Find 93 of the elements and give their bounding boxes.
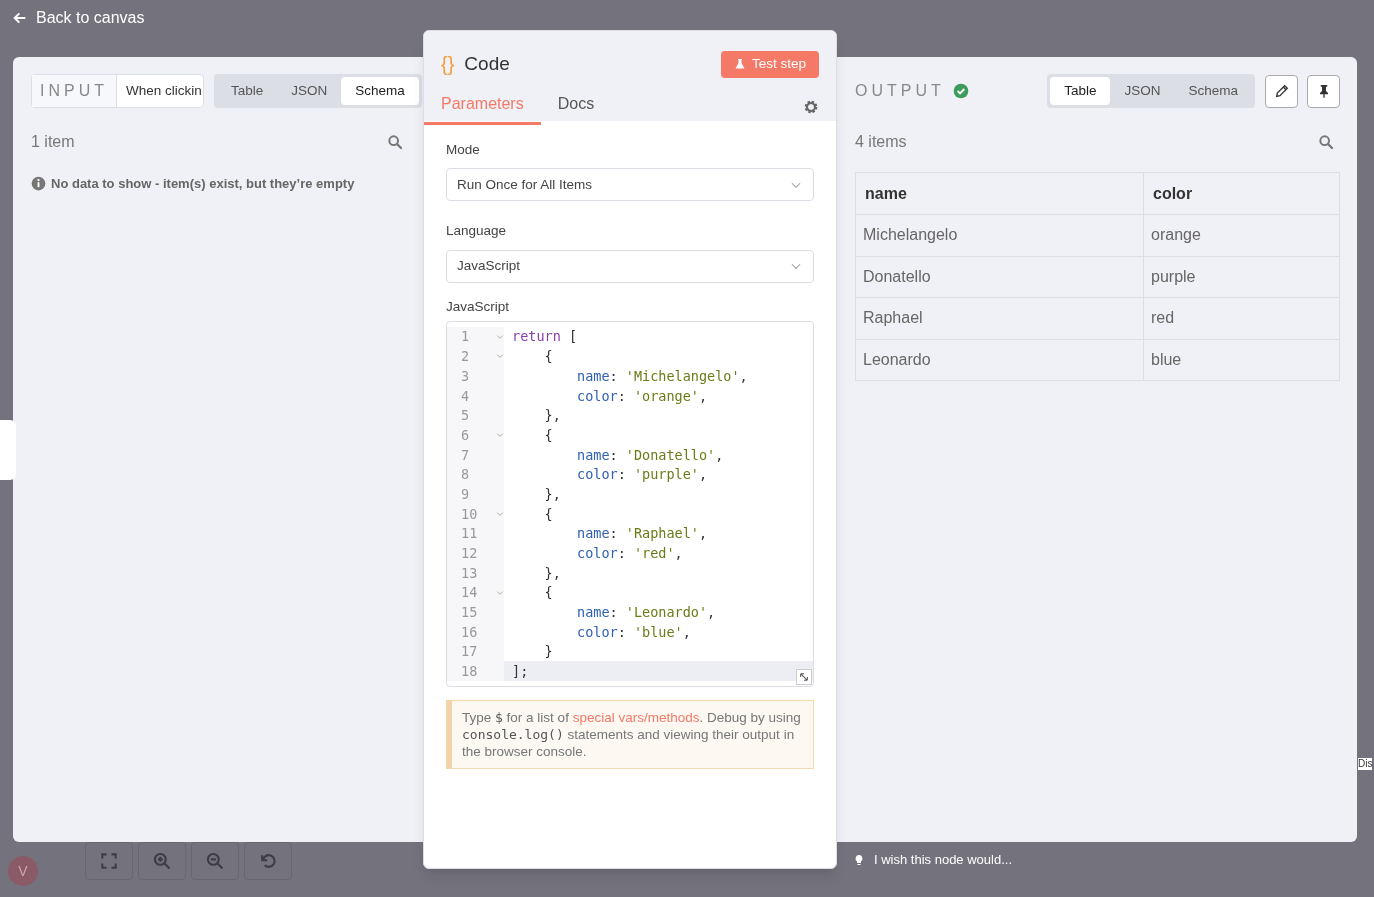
code-line: name: 'Donatello', [576, 445, 724, 465]
code-line: color: 'purple', [576, 465, 708, 485]
code-line: }, [543, 406, 561, 426]
line-number: 1 [461, 327, 471, 347]
feedback-prompt[interactable]: I wish this node would... [874, 850, 1013, 870]
line-number: 10 [461, 504, 479, 524]
info-icon [31, 176, 46, 192]
view-tab[interactable]: Table [217, 77, 278, 105]
code-line: color: 'orange', [576, 386, 708, 406]
field-label: JavaScript [446, 297, 511, 316]
edit-button[interactable] [1265, 74, 1298, 108]
column-header: color [1143, 172, 1340, 215]
code-line: { [543, 347, 553, 367]
column-header: name [855, 172, 1144, 215]
table-cell: blue [1143, 339, 1340, 381]
line-number: 7 [461, 445, 471, 465]
expand-icon [799, 671, 809, 682]
code-line: { [543, 425, 553, 445]
arrow-left-icon [12, 10, 28, 26]
line-number: 8 [461, 465, 471, 485]
search-icon [387, 134, 403, 150]
back-to-canvas-link[interactable]: Back to canvas [12, 6, 145, 30]
settings-icon [803, 99, 819, 115]
fit-view-icon [99, 851, 119, 871]
select-field[interactable]: Run Once for All Items [446, 168, 814, 202]
view-tab[interactable]: Schema [1174, 77, 1252, 105]
view-tab[interactable]: Schema [341, 77, 419, 105]
code-line: name: 'Raphael', [576, 524, 708, 544]
view-tab[interactable]: JSON [277, 77, 342, 105]
code-line: }, [543, 563, 561, 583]
zoom-in-icon [152, 851, 172, 871]
panel-title: OUTPUT [855, 81, 945, 101]
code-line: { [543, 504, 553, 524]
code-line: color: 'red', [576, 544, 683, 564]
line-number: 4 [461, 386, 471, 406]
hint-message: Type $ for a list of special vars/methods. Debug by using console.log() statements and viewing their output in the browser console. [446, 699, 814, 769]
item-count: 1 item [31, 132, 75, 152]
line-number: 2 [461, 347, 471, 367]
fold-chevron-icon [496, 352, 504, 361]
zoom-out-icon [205, 851, 225, 871]
select-field[interactable]: JavaScript [446, 249, 814, 283]
fold-chevron-icon [496, 431, 504, 440]
table-cell: orange [1143, 214, 1340, 256]
field-label: Mode [446, 141, 481, 159]
table-cell: red [1143, 297, 1340, 339]
search-icon [1318, 134, 1334, 150]
code-editor[interactable] [446, 320, 814, 687]
table-cell: purple [1143, 256, 1340, 298]
fold-chevron-icon [496, 332, 504, 341]
node-label: Dis [1358, 758, 1373, 770]
fold-chevron-icon [496, 509, 504, 518]
undo-icon [258, 851, 278, 871]
line-number: 15 [461, 603, 479, 623]
input-source-selector[interactable]: INPUT When clickin [31, 74, 204, 108]
code-line: ]; [511, 662, 529, 682]
side-handle[interactable] [0, 420, 16, 480]
flask-icon [733, 58, 746, 70]
item-count: 4 items [855, 132, 907, 152]
code-line: name: 'Michelangelo', [576, 366, 748, 386]
view-tab[interactable]: JSON [1110, 77, 1175, 105]
code-line: } [543, 642, 553, 662]
line-number: 11 [461, 524, 479, 544]
table-cell: Donatello [855, 256, 1144, 298]
node-tab[interactable]: Docs [540, 92, 612, 125]
pencil-icon [1273, 83, 1290, 99]
panel-title: INPUT [32, 75, 117, 107]
code-line: return [ [511, 327, 578, 347]
line-number: 18 [461, 662, 479, 682]
line-number: 3 [461, 366, 471, 386]
line-number: 5 [461, 406, 471, 426]
line-number: 16 [461, 622, 479, 642]
code-line: }, [543, 484, 561, 504]
empty-data-message: No data to show - item(s) exist, but they’re empty [51, 175, 355, 193]
line-number: 12 [461, 544, 479, 564]
line-number: 14 [461, 583, 479, 603]
lightbulb-icon [853, 852, 865, 867]
line-number: 17 [461, 642, 479, 662]
table-cell: Michelangelo [855, 214, 1144, 256]
node-type-icon: {} [441, 49, 455, 79]
line-number: 6 [461, 425, 471, 445]
code-line: { [543, 583, 553, 603]
node-title: Code [464, 51, 510, 76]
code-line: name: 'Leonardo', [576, 603, 716, 623]
pin-button[interactable] [1307, 74, 1340, 108]
code-line: color: 'blue', [576, 622, 691, 642]
table-cell: Leonardo [855, 339, 1144, 381]
field-label: Language [446, 222, 508, 241]
trigger-name: When clickin [125, 81, 203, 100]
line-number: 9 [461, 484, 471, 504]
view-tab[interactable]: Table [1050, 77, 1111, 105]
fold-chevron-icon [496, 588, 504, 597]
table-cell: Raphael [855, 297, 1144, 339]
line-number: 13 [461, 563, 479, 583]
